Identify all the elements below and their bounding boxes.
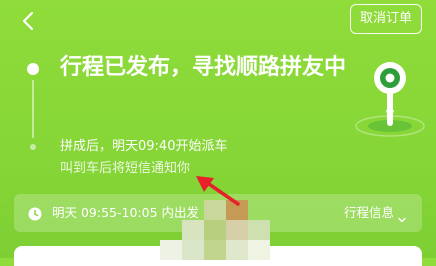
back-button[interactable] bbox=[14, 6, 44, 36]
chevron-down-icon bbox=[398, 209, 406, 223]
timeline-current-dot bbox=[27, 63, 39, 75]
timeline-line bbox=[32, 80, 34, 138]
trip-info-link[interactable]: 行程信息 bbox=[344, 204, 394, 222]
chevron-left-icon bbox=[22, 11, 34, 31]
map-pin-icon bbox=[355, 62, 425, 137]
status-headline: 行程已发布，寻找顺路拼友中 bbox=[60, 55, 347, 80]
clock-icon bbox=[28, 206, 42, 221]
cancel-order-button[interactable]: 取消订单 bbox=[350, 4, 422, 34]
annotation-arrow-icon bbox=[192, 174, 242, 210]
sms-notice-text: 叫到车后将短信通知你 bbox=[60, 161, 191, 176]
map-pin-illustration bbox=[346, 58, 426, 148]
timeline-next-dot bbox=[30, 144, 36, 150]
dispatch-time-text: 拼成后，明天09:40开始派车 bbox=[60, 139, 228, 154]
